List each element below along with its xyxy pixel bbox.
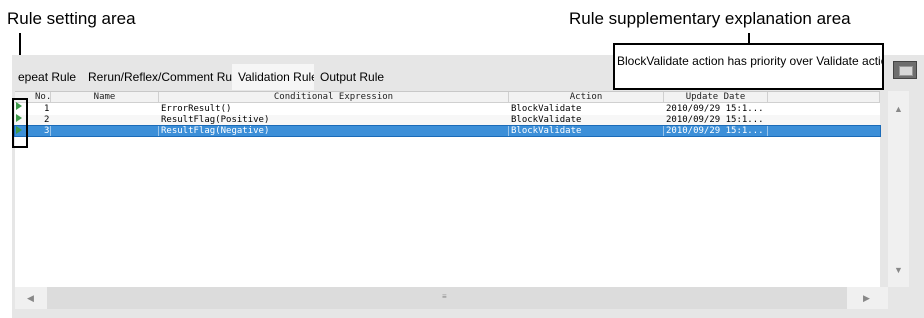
col-no-header[interactable]: No. [35, 92, 51, 102]
horizontal-scrollbar[interactable]: ◀ ≡ ▶ [15, 287, 888, 309]
table-header: No. Name Conditional Expression Action U… [15, 92, 880, 103]
col-update-date-header[interactable]: Update Date [664, 92, 768, 102]
panel-menu-button[interactable] [893, 61, 917, 79]
rule-explanation-box: BlockValidate action has priority over V… [613, 43, 884, 90]
col-action-header[interactable]: Action [509, 92, 664, 102]
scroll-up-icon[interactable]: ▲ [894, 104, 903, 114]
tab-output-rule[interactable]: Output Rule [314, 64, 392, 90]
row-action: BlockValidate [511, 115, 582, 125]
scroll-right-icon[interactable]: ▶ [863, 293, 870, 304]
rule-explanation-area-label: Rule supplementary explanation area [569, 9, 851, 28]
scroll-down-icon[interactable]: ▼ [894, 265, 903, 275]
tab-validation-rule[interactable]: Validation Rule [232, 64, 318, 90]
run-rule-icon[interactable] [16, 114, 22, 122]
row-name [51, 115, 159, 125]
scroll-left-icon[interactable]: ◀ [27, 293, 34, 304]
row-update-date: 2010/09/29 15:1... [666, 104, 764, 114]
rule-table: No. Name Conditional Expression Action U… [14, 91, 881, 288]
col-empty-header [768, 92, 880, 102]
horizontal-scroll-thumb[interactable]: ≡ [47, 287, 847, 309]
run-rule-icon[interactable] [16, 126, 22, 134]
scroll-grip-icon: ≡ [442, 292, 447, 301]
rule-setting-area-label: Rule setting area [7, 9, 136, 28]
tab-repeat-rule[interactable]: epeat Rule [12, 64, 82, 90]
table-row-selected[interactable]: 3 ResultFlag(Negative) BlockValidate 201… [14, 125, 881, 137]
col-name-header[interactable]: Name [51, 92, 159, 102]
vertical-scrollbar[interactable]: ▲ ▼ [888, 91, 909, 287]
row-no: 1 [44, 104, 50, 114]
row-action: BlockValidate [511, 104, 582, 114]
row-expression: ErrorResult() [161, 104, 232, 114]
row-no: 2 [44, 115, 50, 125]
row-name [51, 104, 159, 114]
run-rule-icon[interactable] [16, 102, 22, 110]
row-expression: ResultFlag(Negative) [159, 126, 509, 136]
row-name [51, 126, 159, 136]
row-update-date: 2010/09/29 15:1... [664, 126, 768, 136]
row-action: BlockValidate [509, 126, 664, 136]
row-update-date: 2010/09/29 15:1... [666, 115, 764, 125]
table-row[interactable]: 1 ErrorResult() BlockValidate 2010/09/29… [15, 104, 880, 114]
row-expression: ResultFlag(Positive) [161, 115, 270, 125]
row-no: 3 [35, 126, 51, 136]
col-expression-header[interactable]: Conditional Expression [159, 92, 509, 102]
tab-rerun-reflex-comment-rule[interactable]: Rerun/Reflex/Comment Rule [82, 64, 242, 90]
table-row[interactable]: 2 ResultFlag(Positive) BlockValidate 201… [15, 115, 880, 125]
